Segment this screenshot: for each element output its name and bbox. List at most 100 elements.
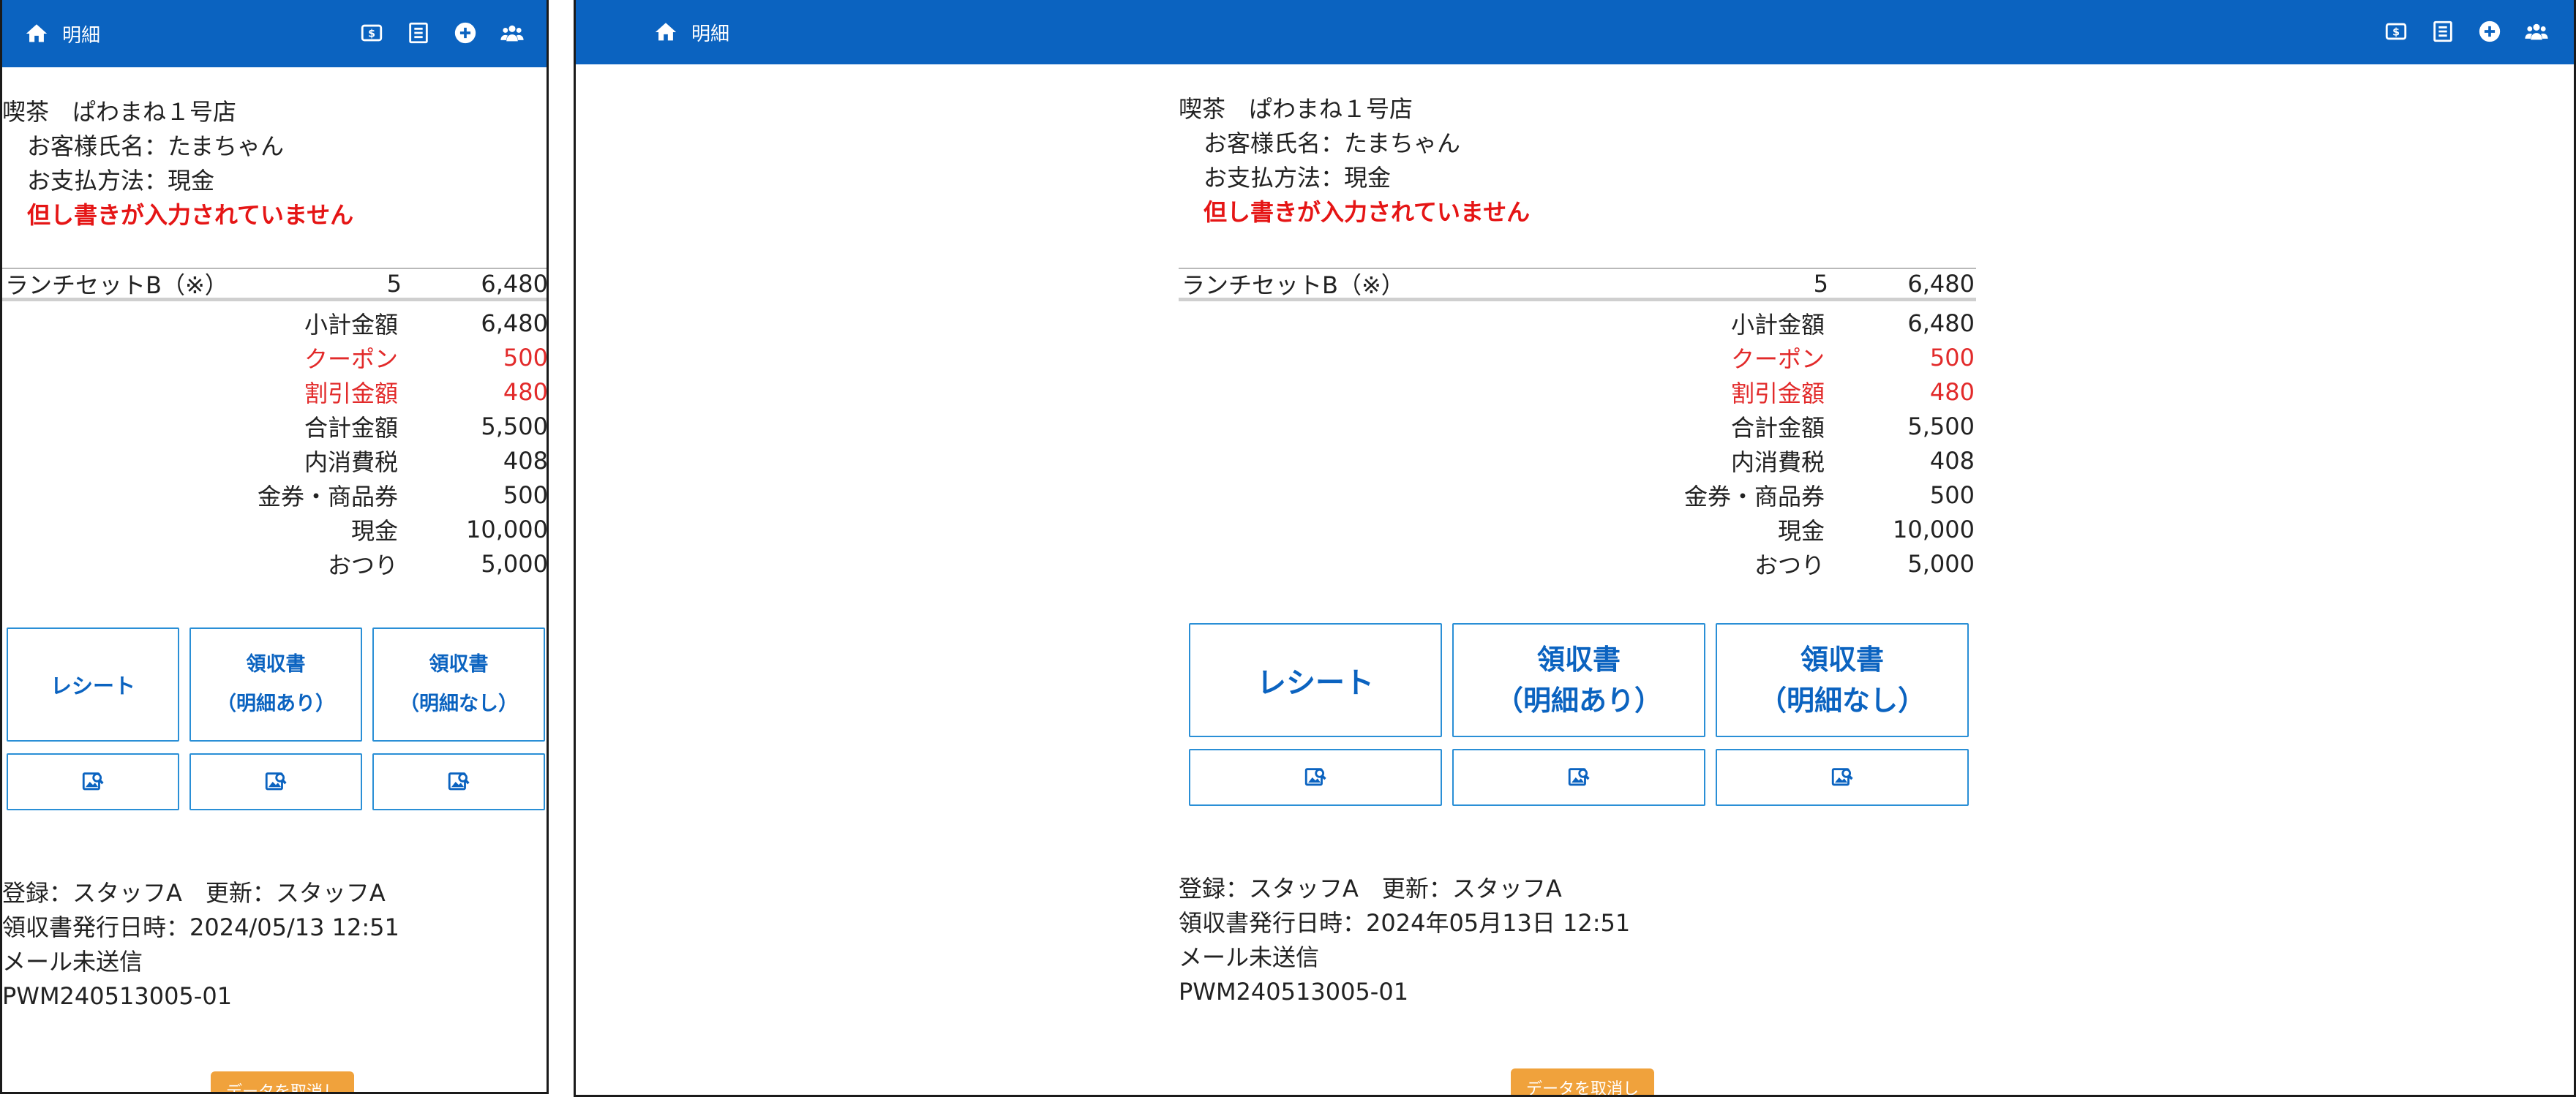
summary-label: 現金	[1777, 516, 1825, 545]
summary-value: 500	[1929, 480, 1975, 509]
summary-label: 小計金額	[304, 310, 398, 339]
item-qty: 5	[386, 269, 402, 298]
summary-row: 現金 10,000	[1179, 512, 1976, 546]
summary-row: クーポン 500	[2, 340, 547, 374]
summary-value: 10,000	[1893, 515, 1975, 543]
add-button[interactable]	[453, 20, 478, 45]
list-button[interactable]	[406, 20, 431, 45]
plus-circle-icon	[454, 22, 476, 44]
summary-row: 割引金額 480	[1179, 374, 1976, 409]
ryoshu-label: 領収書	[246, 653, 306, 676]
users-icon	[2525, 23, 2548, 40]
page-title: 明細	[62, 24, 101, 47]
receipt-button[interactable]: レシート	[7, 627, 179, 742]
cancel-data-label: データを取消し	[225, 1083, 339, 1094]
receipt-detail-panel-mobile: 明細 $ 喫茶 ぱわまね１号店 お客様氏名：たまちゃん お支払方法：現金 但し書…	[0, 0, 549, 1094]
cash-button[interactable]: $	[359, 20, 384, 45]
ryoshu-with-detail-button[interactable]: 領収書 （明細あり）	[1452, 623, 1705, 737]
with-detail-label: （明細あり）	[1495, 685, 1662, 717]
summary-row: おつり 5,000	[2, 546, 548, 581]
summary-row: 合計金額 5,500	[1179, 409, 1976, 443]
home-icon	[26, 24, 48, 42]
summary-value: 6,480	[481, 309, 548, 337]
add-button[interactable]	[2477, 19, 2502, 44]
line-item-row: ランチセットB（※） 5 6,480	[1179, 268, 1976, 301]
ryoshu-label: 領収書	[429, 653, 489, 676]
receipt-button[interactable]: レシート	[1189, 623, 1442, 737]
print-buttons: レシート 領収書 （明細あり） 領収書 （明細なし）	[2, 627, 547, 742]
receipt-content: 喫茶 ぱわまね１号店 お客様氏名：たまちゃん お支払方法：現金 但し書きが入力さ…	[2, 95, 548, 1014]
home-button[interactable]	[24, 21, 49, 46]
summary-label: クーポン	[1730, 344, 1825, 373]
without-detail-label: （明細なし）	[399, 693, 518, 715]
image-preview-icon	[1568, 768, 1590, 786]
item-name: ランチセットB（※）	[1182, 271, 1405, 299]
ryoshu-without-detail-preview-button[interactable]	[372, 753, 545, 810]
payment-method: お支払方法：現金	[1203, 164, 1392, 192]
note-warning: 但し書きが入力されていません	[1203, 198, 1531, 226]
cash-button[interactable]: $	[2384, 19, 2408, 44]
summary-label: 合計金額	[304, 413, 398, 442]
summary-value: 5,000	[481, 549, 548, 578]
mail-status: メール未送信	[2, 948, 143, 976]
item-price: 6,480	[1907, 269, 1975, 298]
receipt-preview-button[interactable]	[1189, 749, 1442, 806]
receipt-code: PWM240513005-01	[2, 982, 233, 1010]
preview-buttons	[2, 753, 547, 810]
cash-icon: $	[2385, 23, 2407, 40]
summary-value: 6,480	[1907, 309, 1975, 337]
receipt-detail-panel-desktop: 明細 $ 喫茶 ぱわまね１号店 お客様氏名：たまちゃん お支払方法：現金 但し書…	[574, 0, 2576, 1097]
image-preview-icon	[1831, 768, 1853, 786]
receipt-button-label: レシート	[50, 674, 135, 698]
users-button[interactable]	[500, 20, 525, 45]
item-name: ランチセットB（※）	[5, 271, 228, 299]
home-button[interactable]	[653, 20, 678, 45]
summary-label: 内消費税	[304, 448, 398, 476]
summary-label: 割引金額	[304, 379, 398, 407]
svg-text:$: $	[2392, 27, 2400, 39]
summary-label: おつり	[327, 551, 398, 579]
ryoshu-with-detail-button[interactable]: 領収書 （明細あり）	[189, 627, 362, 742]
staff-info: 登録：スタッフA 更新：スタッフA	[2, 879, 386, 907]
summary-value: 408	[1929, 446, 1975, 475]
summary-row: 内消費税 408	[1179, 443, 1976, 478]
summary-row: 小計金額 6,480	[2, 306, 548, 340]
image-preview-icon	[448, 772, 470, 791]
ryoshu-without-detail-preview-button[interactable]	[1716, 749, 1969, 806]
summary-value: 480	[503, 377, 548, 406]
summary-row: 金券・商品券 500	[2, 478, 547, 512]
staff-info: 登録：スタッフA 更新：スタッフA	[1179, 875, 1562, 902]
svg-text:$: $	[368, 29, 375, 40]
home-icon	[655, 23, 677, 41]
header-actions: $	[337, 20, 525, 45]
issued-datetime: 領収書発行日時：2024年05月13日 12:51	[1179, 909, 1631, 937]
summary-value: 5,500	[481, 412, 548, 440]
ryoshu-with-detail-preview-button[interactable]	[1452, 749, 1705, 806]
receipt-preview-button[interactable]	[7, 753, 179, 810]
image-preview-icon	[82, 772, 104, 791]
summary-row: 小計金額 6,480	[1179, 306, 1976, 340]
summary-value: 5,500	[1907, 412, 1975, 440]
ryoshu-label: 領収書	[1800, 644, 1884, 676]
summary-label: 現金	[350, 516, 398, 545]
list-button[interactable]	[2430, 19, 2455, 44]
summary-row: クーポン 500	[1179, 340, 1976, 374]
cash-icon: $	[361, 24, 383, 42]
list-icon	[409, 22, 428, 44]
receipt-footer: 登録：スタッフA 更新：スタッフA 領収書発行日時：2024年05月13日 12…	[1179, 872, 1976, 1009]
summary-label: クーポン	[304, 344, 398, 373]
summary-value: 5,000	[1907, 549, 1975, 578]
shop-name: 喫茶 ぱわまね１号店	[2, 98, 237, 126]
users-button[interactable]	[2524, 19, 2549, 44]
summary-label: 割引金額	[1730, 379, 1825, 407]
receipt-footer: 登録：スタッフA 更新：スタッフA 領収書発行日時：2024/05/13 12:…	[2, 876, 547, 1014]
summary-value: 500	[1929, 343, 1975, 372]
cancel-data-button[interactable]: データを取消し	[1511, 1068, 1654, 1095]
mail-status: メール未送信	[1179, 943, 1320, 971]
ryoshu-without-detail-button[interactable]: 領収書 （明細なし）	[1716, 623, 1969, 737]
cancel-data-button[interactable]: データを取消し	[211, 1071, 354, 1094]
item-qty: 5	[1813, 269, 1828, 298]
ryoshu-with-detail-preview-button[interactable]	[189, 753, 362, 810]
receipt-button-label: レシート	[1257, 666, 1374, 700]
ryoshu-without-detail-button[interactable]: 領収書 （明細なし）	[372, 627, 545, 742]
